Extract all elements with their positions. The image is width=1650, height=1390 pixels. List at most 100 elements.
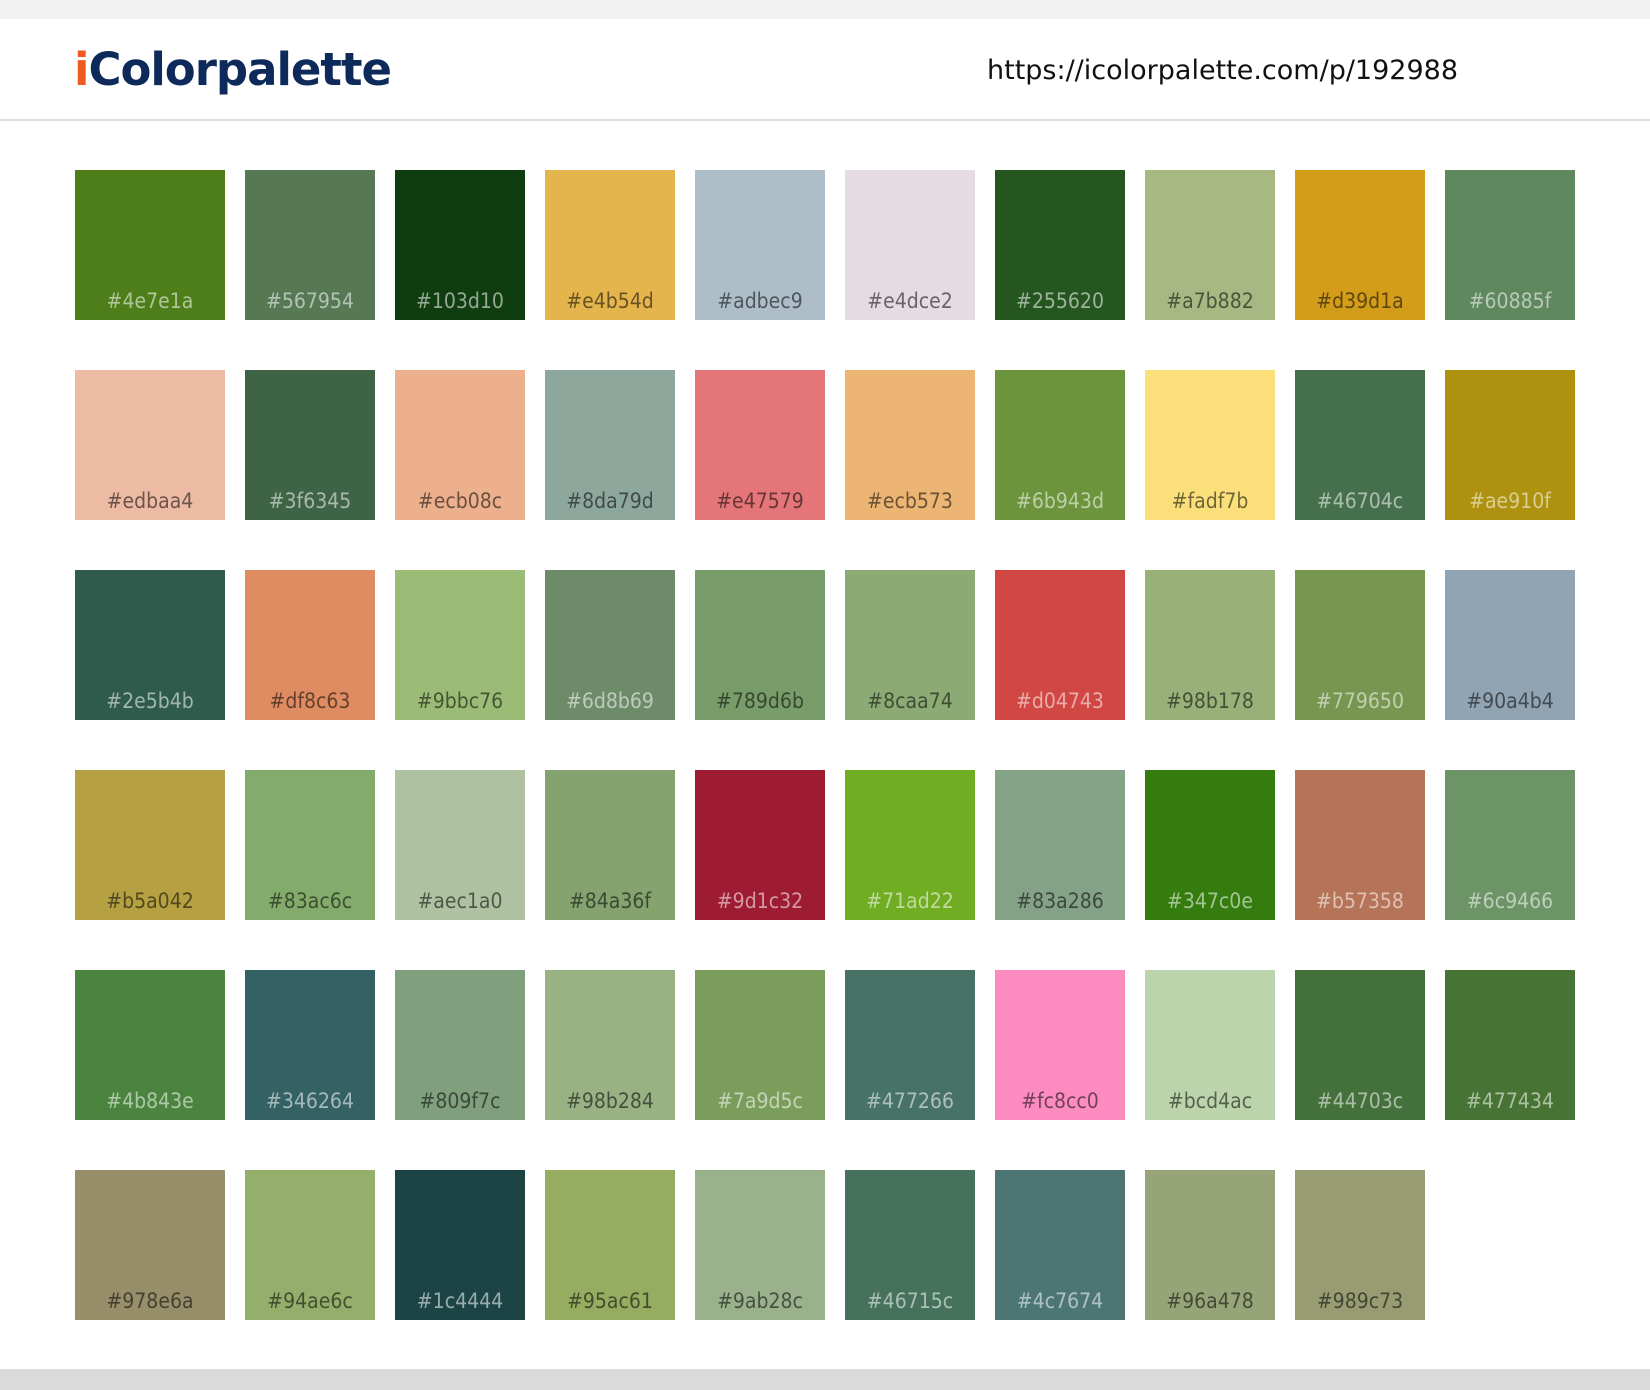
color-swatch[interactable]: #83a286	[995, 770, 1125, 920]
color-swatch[interactable]: #60885f	[1445, 170, 1575, 320]
color-hex-label: #83ac6c	[267, 889, 353, 913]
color-hex-label: #9d1c32	[716, 889, 804, 913]
color-swatch[interactable]: #a7b882	[1145, 170, 1275, 320]
color-hex-label: #95ac61	[567, 1289, 653, 1313]
color-swatch[interactable]: #e4dce2	[845, 170, 975, 320]
color-hex-label: #94ae6c	[267, 1289, 353, 1313]
color-swatch[interactable]: #71ad22	[845, 770, 975, 920]
color-hex-label: #84a36f	[568, 889, 652, 913]
color-swatch[interactable]: #edbaa4	[75, 370, 225, 520]
color-swatch[interactable]: #bcd4ac	[1145, 970, 1275, 1120]
color-hex-label: #1c4444	[416, 1289, 504, 1313]
color-swatch[interactable]: #9bbc76	[395, 570, 525, 720]
color-swatch[interactable]: #4c7674	[995, 1170, 1125, 1320]
color-swatch[interactable]: #adbec9	[695, 170, 825, 320]
color-swatch[interactable]: #3f6345	[245, 370, 375, 520]
color-swatch[interactable]: #789d6b	[695, 570, 825, 720]
color-swatch[interactable]: #9d1c32	[695, 770, 825, 920]
color-swatch[interactable]: #ecb08c	[395, 370, 525, 520]
color-hex-label: #6d8b69	[566, 689, 654, 713]
color-swatch[interactable]: #b57358	[1295, 770, 1425, 920]
color-swatch[interactable]: #809f7c	[395, 970, 525, 1120]
color-swatch[interactable]: #aec1a0	[395, 770, 525, 920]
color-swatch[interactable]: #477266	[845, 970, 975, 1120]
color-hex-label: #a7b882	[1166, 289, 1254, 313]
color-swatch[interactable]: #989c73	[1295, 1170, 1425, 1320]
color-hex-label: #477266	[866, 1089, 954, 1113]
color-hex-label: #4e7e1a	[106, 289, 194, 313]
palette-card: iColorpalette https://icolorpalette.com/…	[0, 19, 1650, 1369]
color-swatch[interactable]: #44703c	[1295, 970, 1425, 1120]
color-swatch[interactable]: #4e7e1a	[75, 170, 225, 320]
color-swatch[interactable]: #9ab28c	[695, 1170, 825, 1320]
color-swatch[interactable]: #46715c	[845, 1170, 975, 1320]
color-hex-label: #978e6a	[106, 1289, 194, 1313]
color-swatch[interactable]: #779650	[1295, 570, 1425, 720]
color-hex-label: #477434	[1466, 1089, 1554, 1113]
color-hex-label: #90a4b4	[1466, 689, 1554, 713]
color-hex-label: #9ab28c	[717, 1289, 803, 1313]
color-swatch[interactable]: #84a36f	[545, 770, 675, 920]
color-swatch[interactable]: #477434	[1445, 970, 1575, 1120]
color-swatch[interactable]: #6d8b69	[545, 570, 675, 720]
color-hex-label: #46704c	[1316, 489, 1404, 513]
color-swatch[interactable]: #567954	[245, 170, 375, 320]
color-swatch[interactable]: #94ae6c	[245, 1170, 375, 1320]
color-swatch[interactable]: #96a478	[1145, 1170, 1275, 1320]
color-hex-label: #9bbc76	[416, 689, 504, 713]
color-swatch[interactable]: #83ac6c	[245, 770, 375, 920]
color-hex-label: #4c7674	[1016, 1289, 1104, 1313]
color-hex-label: #d39d1a	[1316, 289, 1404, 313]
color-swatch[interactable]: #4b843e	[75, 970, 225, 1120]
color-swatch[interactable]: #e47579	[695, 370, 825, 520]
color-swatch[interactable]: #2e5b4b	[75, 570, 225, 720]
color-hex-label: #46715c	[866, 1289, 954, 1313]
color-swatch[interactable]: #b5a042	[75, 770, 225, 920]
color-hex-label: #989c73	[1316, 1289, 1404, 1313]
color-swatch[interactable]: #d04743	[995, 570, 1125, 720]
color-swatch[interactable]: #98b284	[545, 970, 675, 1120]
color-hex-label: #98b178	[1166, 689, 1254, 713]
color-hex-label: #2e5b4b	[106, 689, 194, 713]
color-swatch[interactable]: #978e6a	[75, 1170, 225, 1320]
color-hex-label: #e47579	[716, 489, 804, 513]
color-swatch[interactable]: #fc8cc0	[995, 970, 1125, 1120]
color-swatch[interactable]: #d39d1a	[1295, 170, 1425, 320]
color-hex-label: #789d6b	[716, 689, 804, 713]
color-hex-label: #103d10	[416, 289, 504, 313]
color-hex-label: #b57358	[1316, 889, 1404, 913]
color-hex-label: #ecb08c	[417, 489, 503, 513]
color-hex-label: #809f7c	[419, 1089, 501, 1113]
color-swatch[interactable]: #347c0e	[1145, 770, 1275, 920]
color-swatch[interactable]: #346264	[245, 970, 375, 1120]
color-swatch[interactable]: #8da79d	[545, 370, 675, 520]
color-hex-label: #edbaa4	[106, 489, 194, 513]
color-hex-label: #255620	[1016, 289, 1104, 313]
color-swatch[interactable]: #98b178	[1145, 570, 1275, 720]
color-hex-label: #6c9466	[1466, 889, 1554, 913]
color-swatch[interactable]: #95ac61	[545, 1170, 675, 1320]
color-hex-label: #4b843e	[106, 1089, 194, 1113]
color-swatch[interactable]: #e4b54d	[545, 170, 675, 320]
color-hex-label: #98b284	[566, 1089, 654, 1113]
color-hex-label: #df8c63	[269, 689, 351, 713]
color-swatch[interactable]: #ecb573	[845, 370, 975, 520]
color-hex-label: #3f6345	[268, 489, 352, 513]
color-swatch[interactable]: #103d10	[395, 170, 525, 320]
color-swatch[interactable]: #7a9d5c	[695, 970, 825, 1120]
color-swatch[interactable]: #df8c63	[245, 570, 375, 720]
color-swatch[interactable]: #1c4444	[395, 1170, 525, 1320]
footer-bar	[0, 1369, 1650, 1390]
color-swatch[interactable]: #90a4b4	[1445, 570, 1575, 720]
color-swatch[interactable]: #46704c	[1295, 370, 1425, 520]
color-swatch[interactable]: #6b943d	[995, 370, 1125, 520]
color-swatch[interactable]: #ae910f	[1445, 370, 1575, 520]
color-swatch[interactable]: #8caa74	[845, 570, 975, 720]
color-hex-label: #d04743	[1016, 689, 1104, 713]
color-swatch[interactable]: #6c9466	[1445, 770, 1575, 920]
color-swatch[interactable]: #255620	[995, 170, 1125, 320]
color-hex-label: #44703c	[1316, 1089, 1404, 1113]
color-hex-label: #bcd4ac	[1167, 1089, 1253, 1113]
color-swatch[interactable]: #fadf7b	[1145, 370, 1275, 520]
color-hex-label: #83a286	[1016, 889, 1104, 913]
